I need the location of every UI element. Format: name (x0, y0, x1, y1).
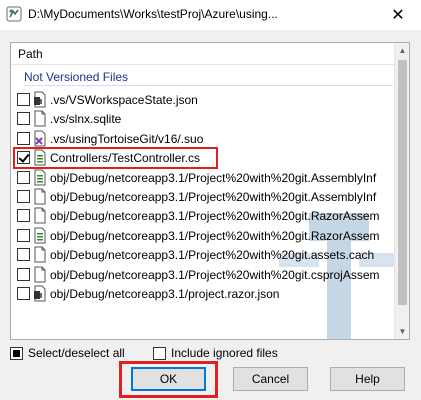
file-list[interactable]: Path Not Versioned Files .vs/VSWorkspace… (10, 42, 410, 340)
include-ignored-check-box[interactable] (153, 346, 166, 360)
file-icon (34, 110, 46, 127)
list-item[interactable]: .vs/slnx.sqlite (11, 109, 396, 128)
file-icon (34, 207, 46, 224)
title-bar: D:\MyDocuments\Works\testProj\Azure\usin… (0, 0, 421, 30)
file-path: .vs/VSWorkspaceState.json (50, 93, 198, 107)
list-item[interactable]: .vs/VSWorkspaceState.json (11, 90, 396, 109)
file-path: obj/Debug/netcoreapp3.1/Project%20with%2… (50, 248, 375, 263)
cancel-button[interactable]: Cancel (233, 367, 308, 391)
list-item[interactable]: obj/Debug/netcoreapp3.1/Project%20with%2… (11, 265, 396, 284)
include-ignored-label: Include ignored files (171, 346, 278, 360)
item-checkbox[interactable] (17, 248, 30, 262)
column-header-label: Path (18, 47, 43, 61)
json-file-icon (34, 285, 46, 302)
cs-file-icon (34, 169, 46, 186)
file-path: obj/Debug/netcoreapp3.1/Project%20with%2… (50, 170, 377, 185)
list-item[interactable]: obj/Debug/netcoreapp3.1/Project%20with%2… (11, 245, 396, 264)
file-icon (34, 266, 46, 283)
group-divider (23, 85, 393, 86)
select-all-check-box[interactable] (10, 346, 23, 360)
help-button[interactable]: Help (330, 367, 405, 391)
ok-button-label: OK (159, 372, 178, 386)
item-checkbox[interactable] (17, 170, 30, 184)
list-item[interactable]: obj/Debug/netcoreapp3.1/Project%20with%2… (11, 187, 396, 206)
cancel-button-label: Cancel (251, 372, 290, 386)
json-file-icon (34, 91, 46, 108)
include-ignored-checkbox[interactable]: Include ignored files (153, 346, 278, 360)
file-path: obj/Debug/netcoreapp3.1/Project%20with%2… (50, 228, 380, 243)
list-item[interactable]: obj/Debug/netcoreapp3.1/Project%20with%2… (11, 206, 396, 225)
item-checkbox[interactable] (17, 267, 30, 281)
file-path: obj/Debug/netcoreapp3.1/Project%20with%2… (50, 209, 380, 224)
tortoisegit-app-icon (6, 6, 22, 22)
file-icon (34, 246, 46, 263)
list-item[interactable]: obj/Debug/netcoreapp3.1/Project%20with%2… (11, 168, 396, 187)
list-item[interactable]: obj/Debug/netcoreapp3.1/project.razor.js… (11, 284, 396, 303)
select-all-label: Select/deselect all (28, 346, 125, 360)
item-checkbox[interactable] (17, 189, 30, 203)
close-icon: ✕ (391, 7, 405, 24)
cs-file-icon (34, 149, 46, 166)
scroll-down-icon[interactable]: ▼ (395, 324, 409, 339)
ok-button[interactable]: OK (131, 367, 206, 391)
file-path: obj/Debug/netcoreapp3.1/project.razor.js… (50, 286, 280, 301)
vertical-scrollbar[interactable]: ▲ ▼ (394, 43, 409, 339)
close-button[interactable]: ✕ (375, 0, 421, 30)
item-checkbox[interactable] (17, 131, 30, 145)
suo-file-icon (34, 130, 46, 147)
file-rows: .vs/VSWorkspaceState.json .vs/slnx.sqlit… (11, 90, 396, 303)
select-all-checkbox[interactable]: Select/deselect all (10, 346, 125, 360)
file-path: obj/Debug/netcoreapp3.1/Project%20with%2… (50, 189, 377, 204)
scrollbar-thumb[interactable] (398, 60, 407, 305)
item-checkbox[interactable] (17, 286, 30, 300)
file-path: .vs/slnx.sqlite (50, 112, 122, 127)
file-path: .vs/usingTortoiseGit/v16/.suo (50, 131, 204, 146)
list-item[interactable]: .vs/usingTortoiseGit/v16/.suo (11, 129, 396, 148)
dialog-client: Path Not Versioned Files .vs/VSWorkspace… (0, 30, 421, 400)
group-title: Not Versioned Files (24, 70, 129, 84)
file-path: obj/Debug/netcoreapp3.1/Project%20with%2… (50, 267, 380, 282)
cs-file-icon (34, 227, 46, 244)
item-checkbox[interactable] (17, 209, 30, 223)
item-checkbox-checked[interactable] (17, 151, 30, 165)
file-path: Controllers/TestController.cs (50, 151, 201, 166)
item-checkbox[interactable] (17, 93, 30, 106)
scroll-up-icon[interactable]: ▲ (395, 43, 409, 58)
file-icon (34, 188, 46, 205)
window-title: D:\MyDocuments\Works\testProj\Azure\usin… (28, 7, 278, 21)
item-checkbox[interactable] (17, 112, 30, 126)
list-item-selected[interactable]: Controllers/TestController.cs (13, 147, 218, 169)
help-button-label: Help (355, 372, 380, 386)
item-checkbox[interactable] (17, 228, 30, 242)
list-item[interactable]: obj/Debug/netcoreapp3.1/Project%20with%2… (11, 226, 396, 245)
column-header-path[interactable]: Path (11, 43, 396, 65)
